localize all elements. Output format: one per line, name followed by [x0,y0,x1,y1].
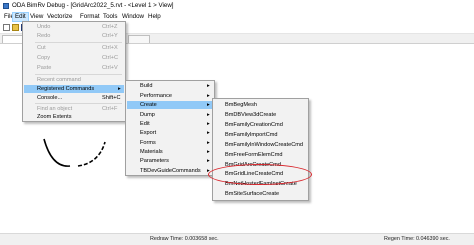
grid-arc-dashed [77,141,106,167]
submenu-arrow-icon: ▸ [118,86,121,92]
submenu-item-build[interactable]: Build ▸ [127,82,213,90]
window-title: ODA BimRv Debug - [GridArc2022_5.rvt - <… [12,2,174,9]
menu-item-zoom-extents[interactable]: Zoom Extents [24,113,124,121]
create-item-bmdbview3dcreate[interactable]: BmDBView3dCreate [214,111,307,119]
menu-item-registered-commands[interactable]: Registered Commands ▸ [24,85,124,93]
menu-item-undo[interactable]: Undo Ctrl+Z [24,23,124,31]
menu-help[interactable]: Help [146,13,163,21]
submenu-item-performance[interactable]: Performance ▸ [127,92,213,100]
regen-time: Regen Time: 0.046390 sec. [384,236,450,242]
menu-vectorize[interactable]: Vectorize [45,13,74,21]
submenu-item-materials[interactable]: Materials ▸ [127,148,213,156]
create-item-bmfamilyinwindowcreatecmd[interactable]: BmFamilyInWindowCreateCmd [214,141,307,149]
menu-item-recent-command[interactable]: Recent command [24,76,124,84]
menu-window[interactable]: Window [120,13,146,21]
menu-tools[interactable]: Tools [101,13,119,21]
status-bar: Redraw Time: 0.003658 sec. Regen Time: 0… [0,233,474,245]
submenu-item-parameters[interactable]: Parameters ▸ [127,157,213,165]
create-item-bmsitesurfacecreate[interactable]: BmSiteSurfaceCreate [214,190,307,198]
create-item-bmfamilyimportcmd[interactable]: BmFamilyImportCmd [214,131,307,139]
menu-item-copy[interactable]: Copy Ctrl+C [24,54,124,62]
menu-format[interactable]: Format [78,13,102,21]
redraw-time: Redraw Time: 0.003658 sec. [150,236,219,242]
document-tab[interactable] [128,35,150,43]
submenu-item-edit[interactable]: Edit ▸ [127,120,213,128]
submenu-item-create[interactable]: Create ▸ [127,101,213,109]
create-item-bmfamilycreationcmd[interactable]: BmFamilyCreationCmd [214,121,307,129]
app-icon [3,3,9,9]
open-folder-icon[interactable] [12,24,19,31]
submenu-item-export[interactable]: Export ▸ [127,129,213,137]
menu-item-console[interactable]: Console... Shift+C [24,94,124,102]
menu-item-cut[interactable]: Cut Ctrl+X [24,44,124,52]
menu-item-paste[interactable]: Paste Ctrl+V [24,64,124,72]
create-item-bmbegmesh[interactable]: BmBegMesh [214,101,307,109]
submenu-item-tbdevguidecommands[interactable]: TBDevGuideCommands ▸ [127,167,213,175]
grid-arc-solid [43,138,71,167]
menu-item-find-object[interactable]: Find an object Ctrl+F [24,105,124,113]
create-commands-menu: BmBegMesh BmDBView3dCreate BmFamilyCreat… [212,98,309,201]
new-file-icon[interactable] [3,24,10,31]
menu-view[interactable]: View [28,13,45,21]
submenu-item-dump[interactable]: Dump ▸ [127,111,213,119]
menu-separator [35,42,122,43]
title-bar: ODA BimRv Debug - [GridArc2022_5.rvt - <… [0,0,474,12]
create-item-bmfreeformelemcmd[interactable]: BmFreeFormElemCmd [214,151,307,159]
submenu-item-forms[interactable]: Forms ▸ [127,139,213,147]
menu-item-redo[interactable]: Redo Ctrl+Y [24,32,124,40]
registered-commands-menu: Build ▸ Performance ▸ Create ▸ Dump ▸ Edit ▸ … [125,80,215,176]
highlight-annotation-oval [208,164,312,185]
menu-separator [35,74,122,75]
menu-separator [35,103,122,104]
edit-menu: Undo Ctrl+Z Redo Ctrl+Y Cut Ctrl+X Copy Ctrl… [22,21,126,122]
